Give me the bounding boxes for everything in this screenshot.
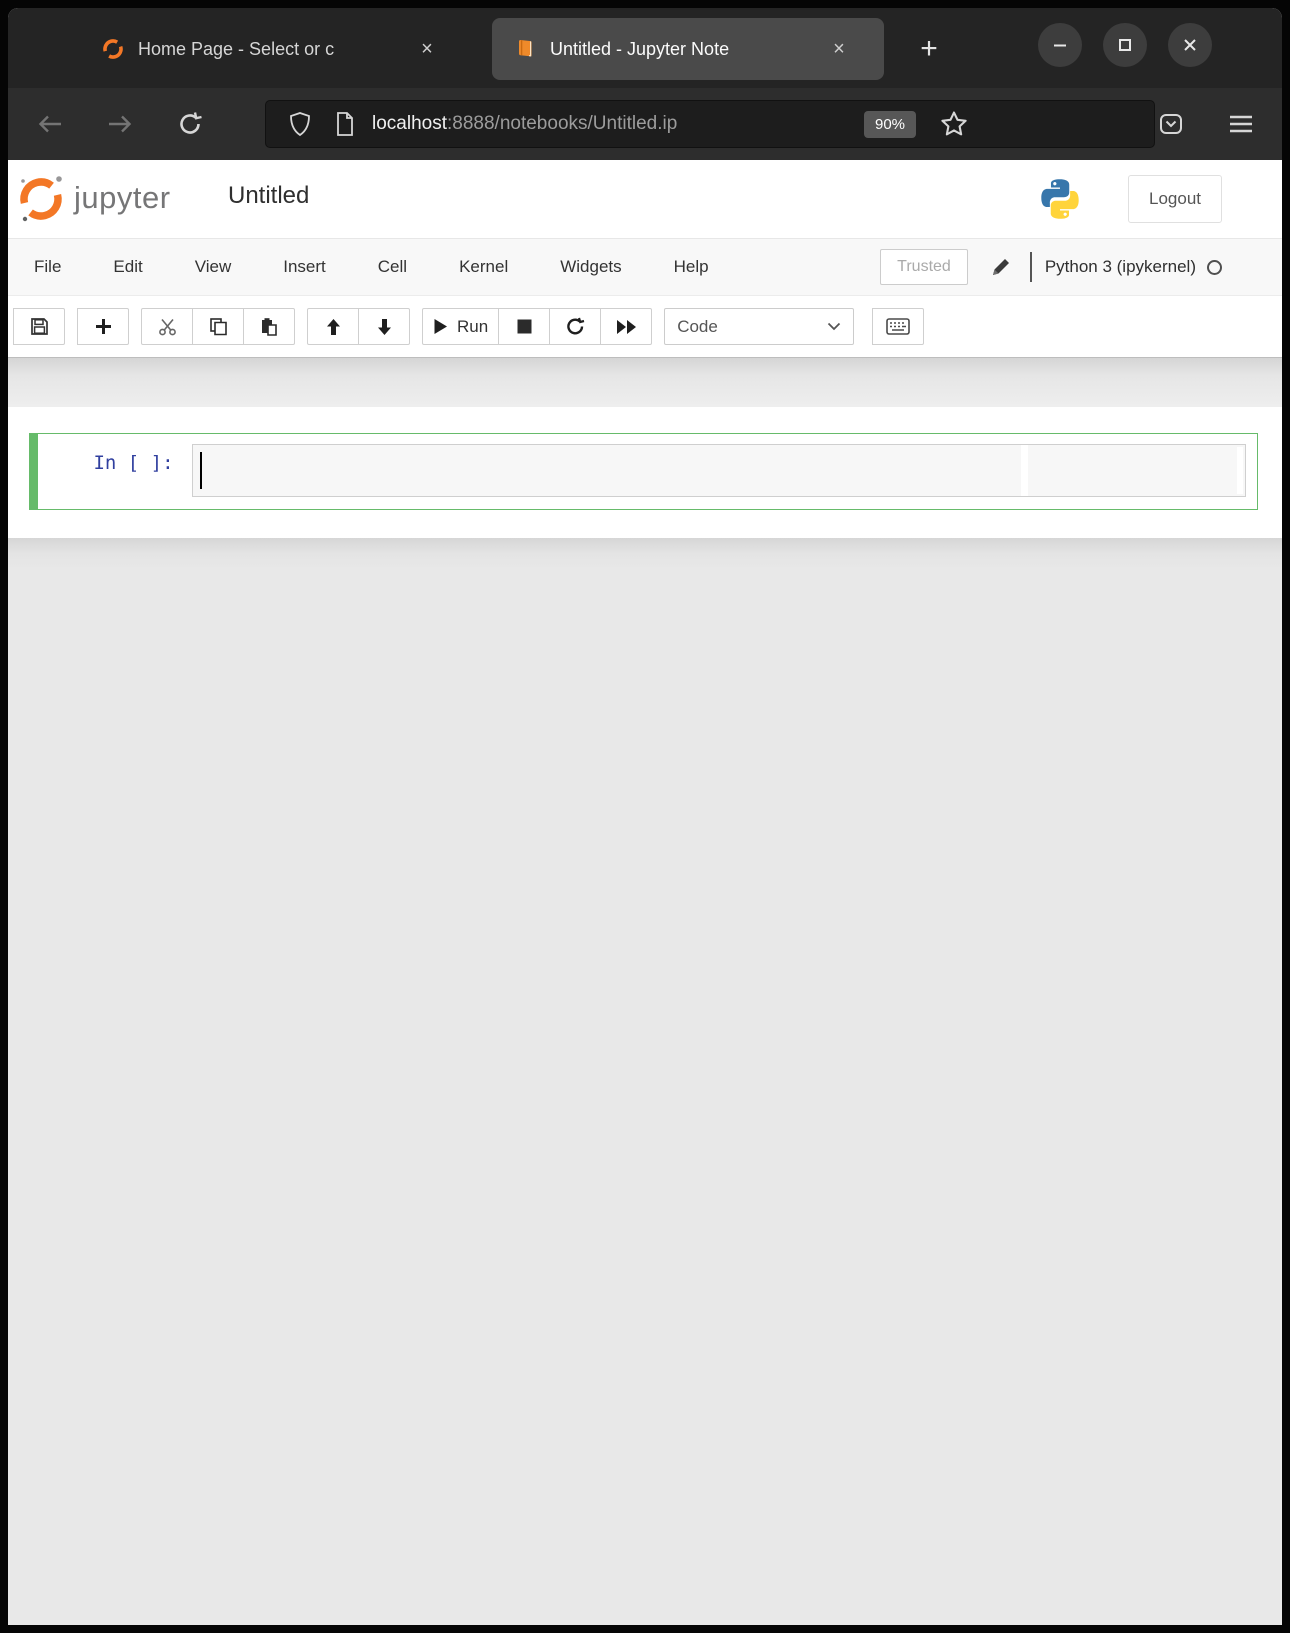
- chevron-down-icon: [828, 322, 841, 331]
- paste-cells-button[interactable]: [243, 308, 295, 345]
- interrupt-kernel-button[interactable]: [498, 308, 551, 345]
- restart-run-all-button[interactable]: [600, 308, 653, 345]
- desktop-background: Home Page - Select or c × Untitled - Jup…: [0, 0, 1290, 1633]
- menu-kernel[interactable]: Kernel: [433, 257, 534, 277]
- editor-scrollbar-filler: [1237, 447, 1243, 494]
- menu-widgets[interactable]: Widgets: [534, 257, 647, 277]
- notebook-container: In [ ]:: [8, 407, 1282, 538]
- menu-view[interactable]: View: [169, 257, 258, 277]
- cell-code-editor[interactable]: [192, 444, 1246, 497]
- menu-file[interactable]: File: [8, 257, 87, 277]
- editor-gutter-strip: [1021, 445, 1028, 496]
- kernel-name[interactable]: Python 3 (ipykernel): [1045, 257, 1196, 277]
- back-button-icon[interactable]: [30, 112, 70, 136]
- jupyter-favicon-icon: [102, 38, 124, 60]
- menu-cell[interactable]: Cell: [352, 257, 433, 277]
- toolbar-shadow-band: [8, 358, 1282, 407]
- shield-icon[interactable]: [288, 111, 312, 137]
- pocket-icon[interactable]: [1158, 112, 1184, 136]
- zoom-level-badge[interactable]: 90%: [864, 110, 917, 138]
- jupyter-header: jupyter Untitled Logout: [8, 160, 1282, 238]
- minimize-button[interactable]: [1038, 23, 1082, 67]
- code-cell-selected[interactable]: In [ ]:: [29, 433, 1258, 510]
- move-cell-down-button[interactable]: [358, 308, 410, 345]
- text-cursor: [200, 452, 202, 489]
- hamburger-menu-icon[interactable]: [1228, 113, 1254, 135]
- command-palette-button[interactable]: [872, 308, 925, 345]
- url-path: :8888/notebooks/Untitled.ip: [447, 113, 678, 134]
- kernel-idle-indicator-icon: [1207, 259, 1222, 275]
- tab-title: Untitled - Jupyter Note: [550, 38, 730, 59]
- forward-button-icon[interactable]: [100, 112, 140, 136]
- kernel-divider: [1029, 252, 1032, 282]
- python-logo-icon: [1038, 177, 1082, 221]
- jupyter-page: jupyter Untitled Logout File Edit View I…: [8, 160, 1282, 1625]
- cell-input-prompt: In [ ]:: [93, 452, 185, 474]
- menu-help[interactable]: Help: [648, 257, 735, 277]
- url-text[interactable]: localhost:8888/notebooks/Untitled.ip: [372, 113, 852, 135]
- cell-type-value: Code: [677, 316, 718, 336]
- jupyter-logo-text: jupyter: [74, 180, 171, 215]
- reload-button-icon[interactable]: [170, 111, 210, 137]
- close-button[interactable]: [1168, 23, 1212, 67]
- run-cell-button[interactable]: Run: [422, 308, 500, 345]
- new-tab-button[interactable]: +: [906, 26, 952, 72]
- notebook-title[interactable]: Untitled: [228, 182, 309, 210]
- maximize-button[interactable]: [1103, 23, 1147, 67]
- url-host: localhost: [372, 113, 447, 134]
- url-bar[interactable]: localhost:8888/notebooks/Untitled.ip 90%: [265, 100, 1155, 148]
- tab-home-page[interactable]: Home Page - Select or c ×: [80, 18, 468, 80]
- tab-untitled-notebook[interactable]: Untitled - Jupyter Note ×: [492, 18, 884, 80]
- jupyter-menubar: File Edit View Insert Cell Kernel Widget…: [8, 238, 1282, 296]
- logout-button[interactable]: Logout: [1128, 175, 1222, 223]
- tab-title: Home Page - Select or c: [138, 38, 335, 59]
- menu-edit[interactable]: Edit: [87, 257, 168, 277]
- jupyter-logo-icon: [20, 176, 62, 222]
- insert-cell-below-button[interactable]: [77, 308, 129, 345]
- cut-cells-button[interactable]: [141, 308, 193, 345]
- tab-close-icon[interactable]: ×: [824, 38, 854, 61]
- browser-window: Home Page - Select or c × Untitled - Jup…: [8, 8, 1282, 1625]
- notebook-book-icon: [514, 38, 536, 60]
- browser-navbar: localhost:8888/notebooks/Untitled.ip 90%: [8, 88, 1282, 160]
- move-cell-up-button[interactable]: [307, 308, 359, 345]
- run-label: Run: [457, 316, 489, 336]
- menu-insert[interactable]: Insert: [257, 257, 352, 277]
- jupyter-logo[interactable]: jupyter: [16, 172, 171, 224]
- notebook-background: [8, 538, 1282, 1625]
- restart-kernel-button[interactable]: [549, 308, 602, 345]
- tab-close-icon[interactable]: ×: [412, 38, 442, 61]
- browser-titlebar: Home Page - Select or c × Untitled - Jup…: [8, 8, 1282, 88]
- trusted-notebook-button[interactable]: Trusted: [880, 249, 968, 285]
- bookmark-star-icon[interactable]: [940, 110, 968, 138]
- navbar-right-icons: [1158, 88, 1254, 160]
- copy-cells-button[interactable]: [192, 308, 244, 345]
- edit-mode-pencil-icon: [990, 256, 1012, 278]
- jupyter-toolbar: Run Code: [8, 296, 1282, 358]
- save-button[interactable]: [13, 308, 65, 345]
- window-controls: [1038, 23, 1212, 67]
- page-info-icon[interactable]: [334, 111, 356, 137]
- cell-type-select[interactable]: Code: [664, 308, 855, 345]
